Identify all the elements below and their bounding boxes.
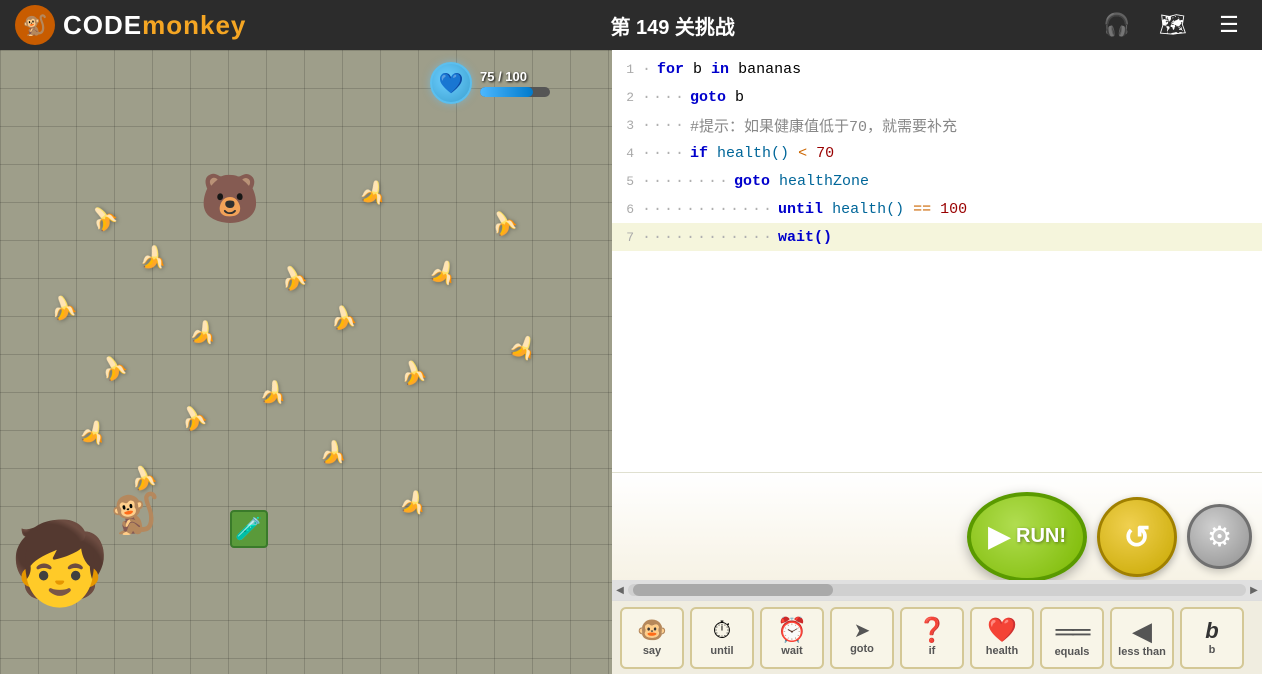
- toolbar-until-button[interactable]: ⏱ until: [690, 607, 754, 669]
- logo-code: CODE: [63, 10, 142, 40]
- header: 🐒 CODEmonkey 第 149 关挑战 🎧 🗺 ☰: [0, 0, 1262, 50]
- health-area: 💙 75 / 100: [430, 62, 550, 104]
- say-icon: 🐵: [637, 619, 667, 643]
- banana-item: 🍌: [258, 377, 290, 408]
- equals-icon: ══: [1056, 618, 1089, 644]
- code-line-7: 7 ············ wait(): [612, 223, 1262, 251]
- run-button[interactable]: ▶ RUN!: [967, 492, 1087, 582]
- line-number-7: 7: [612, 230, 642, 245]
- if-icon: ❓: [917, 619, 947, 643]
- goto-label: goto: [850, 643, 874, 655]
- line-dots-4: ····: [642, 145, 686, 162]
- bottom-toolbar: 🐵 say ⏱ until ⏰ wait ➤ goto ❓ if ❤️ heal…: [612, 600, 1262, 674]
- scroll-right-arrow[interactable]: ▶: [1246, 582, 1262, 598]
- banana-item: 🍌: [138, 243, 170, 273]
- headphones-icon[interactable]: 🎧: [1099, 7, 1135, 43]
- horizontal-scrollbar[interactable]: ◀ ▶: [612, 580, 1262, 600]
- reset-icon: ↺: [1124, 518, 1151, 556]
- line-content-2: goto b: [690, 89, 1262, 106]
- settings-icon: ⚙: [1207, 520, 1232, 553]
- settings-button[interactable]: ⚙: [1187, 504, 1252, 569]
- banana-item: 🍌: [48, 293, 80, 323]
- heart-icon: 💙: [430, 62, 472, 104]
- wait-icon: ⏰: [777, 619, 807, 643]
- toolbar-wait-button[interactable]: ⏰ wait: [760, 607, 824, 669]
- scroll-thumb[interactable]: [633, 584, 833, 596]
- potion-item: 🧪: [230, 510, 268, 548]
- b-icon: b: [1205, 620, 1218, 642]
- say-label: say: [643, 645, 661, 657]
- logo-text: CODEmonkey: [63, 10, 246, 41]
- header-icons: 🎧 🗺 ☰: [1099, 7, 1247, 43]
- logo-monkey-text: monkey: [142, 10, 246, 40]
- if-label: if: [929, 645, 936, 657]
- banana-item: 🍌: [398, 358, 429, 388]
- main-char-body: 🧒: [10, 524, 110, 674]
- toolbar-equals-button[interactable]: ══ equals: [1040, 607, 1104, 669]
- health-bar-bg: [480, 87, 550, 97]
- until-icon: ⏱: [713, 619, 732, 643]
- line-dots-5: ········: [642, 173, 730, 190]
- code-line-4: 4 ···· if health() < 70: [612, 139, 1262, 167]
- code-line-5: 5 ········ goto healthZone: [612, 167, 1262, 195]
- line-content-3: #提示：如果健康值低于70，就需要补充: [690, 115, 1262, 136]
- equals-label: equals: [1055, 646, 1090, 658]
- line-number-5: 5: [612, 174, 642, 189]
- banana-item: 🍌: [318, 438, 349, 468]
- health-info: 75 / 100: [480, 69, 550, 97]
- until-label: until: [710, 645, 733, 657]
- toolbar-health-button[interactable]: ❤️ health: [970, 607, 1034, 669]
- line-number-1: 1: [612, 62, 642, 77]
- main-character: 🧒: [0, 514, 120, 674]
- code-line-1: 1 · for b in bananas: [612, 55, 1262, 83]
- line-number-2: 2: [612, 90, 642, 105]
- toolbar-less-than-button[interactable]: ◀ less than: [1110, 607, 1174, 669]
- map-icon[interactable]: 🗺: [1155, 7, 1191, 43]
- code-line-3: 3 ···· #提示：如果健康值低于70，就需要补充: [612, 111, 1262, 139]
- line-number-3: 3: [612, 118, 642, 133]
- goto-icon: ➤: [854, 621, 871, 641]
- run-label: RUN!: [1016, 525, 1066, 548]
- menu-icon[interactable]: ☰: [1211, 7, 1247, 43]
- toolbar-b-button[interactable]: b b: [1180, 607, 1244, 669]
- line-content-6: until health() == 100: [778, 201, 1262, 218]
- less-than-label: less than: [1118, 646, 1166, 658]
- line-dots-2: ····: [642, 89, 686, 106]
- less-than-icon: ◀: [1132, 618, 1152, 644]
- toolbar-goto-button[interactable]: ➤ goto: [830, 607, 894, 669]
- health-icon: ❤️: [987, 619, 1017, 643]
- banana-item: 🍌: [329, 304, 359, 332]
- line-dots-7: ············: [642, 229, 774, 246]
- game-area: 💙 75 / 100 🐻 🍌 🍌 🍌 🍌 🍌 🍌 🍌 🍌 🍌 🍌 🍌 🍌 🍌 🍌…: [0, 50, 612, 674]
- logo-monkey-icon: 🐒: [15, 5, 55, 45]
- health-bar-fill: [480, 87, 533, 97]
- logo-area: 🐒 CODEmonkey: [15, 5, 246, 45]
- code-line-6: 6 ············ until health() == 100: [612, 195, 1262, 223]
- b-label: b: [1209, 644, 1216, 656]
- health-label: health: [986, 645, 1018, 657]
- line-number-6: 6: [612, 202, 642, 217]
- line-content-5: goto healthZone: [734, 173, 1262, 190]
- line-dots-3: ····: [642, 117, 686, 134]
- level-title: 第 149 关挑战: [610, 11, 734, 40]
- toolbar-say-button[interactable]: 🐵 say: [620, 607, 684, 669]
- play-icon: ▶: [988, 519, 1011, 554]
- line-content-1: for b in bananas: [657, 61, 1262, 78]
- line-dots-1: ·: [642, 61, 653, 78]
- line-dots-6: ············: [642, 201, 774, 218]
- code-line-2: 2 ···· goto b: [612, 83, 1262, 111]
- toolbar-if-button[interactable]: ❓ if: [900, 607, 964, 669]
- bear-enemy: 🐻: [200, 170, 260, 227]
- line-content-4: if health() < 70: [690, 145, 1262, 162]
- health-text: 75 / 100: [480, 69, 550, 84]
- scroll-track[interactable]: [628, 584, 1246, 596]
- wait-label: wait: [781, 645, 802, 657]
- line-number-4: 4: [612, 146, 642, 161]
- scroll-left-arrow[interactable]: ◀: [612, 582, 628, 598]
- reset-button[interactable]: ↺: [1097, 497, 1177, 577]
- line-content-7: wait(): [778, 229, 1262, 246]
- main-char-sprite: 🧒: [10, 524, 110, 604]
- banana-item: 🍌: [128, 462, 160, 493]
